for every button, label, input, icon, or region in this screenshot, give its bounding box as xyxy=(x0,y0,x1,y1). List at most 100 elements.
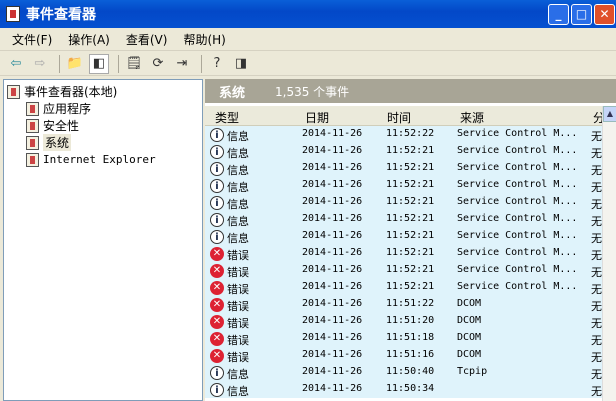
minimize-button[interactable]: _ xyxy=(548,4,569,25)
table-row[interactable]: i 信息 2014-11-26 11:52:21 Service Control M..… xyxy=(205,143,602,160)
toolbar-separator xyxy=(59,54,60,73)
table-row[interactable]: i 信息 2014-11-26 11:52:21 Service Control M..… xyxy=(205,228,602,245)
log-icon xyxy=(26,135,39,150)
table-row[interactable]: ✕ 错误 2014-11-26 11:51:18 DCOM 无 xyxy=(205,330,602,347)
table-row[interactable]: i 信息 2014-11-26 11:50:40 Tcpip 无 xyxy=(205,364,602,381)
event-source: DCOM xyxy=(457,349,482,360)
event-time: 11:52:21 xyxy=(386,281,435,292)
event-source: Tcpip xyxy=(457,366,488,377)
back-arrow-icon[interactable]: ⇦ xyxy=(6,54,26,74)
column-type[interactable]: 类型 xyxy=(215,109,239,126)
vertical-scrollbar[interactable]: ▲ xyxy=(602,106,616,401)
event-time: 11:52:21 xyxy=(386,247,435,258)
table-row[interactable]: i 信息 2014-11-26 11:52:21 Service Control M..… xyxy=(205,160,602,177)
event-source: Service Control M... xyxy=(457,128,578,139)
event-date: 2014-11-26 xyxy=(302,247,363,258)
table-row[interactable]: i 信息 2014-11-26 11:52:22 Service Control M..… xyxy=(205,126,602,143)
event-date: 2014-11-26 xyxy=(302,230,363,241)
help-icon[interactable]: ? xyxy=(207,54,227,74)
event-source: Service Control M... xyxy=(457,230,578,241)
event-source: Service Control M... xyxy=(457,213,578,224)
table-row[interactable]: i 信息 2014-11-26 11:52:21 Service Control M..… xyxy=(205,177,602,194)
table-row[interactable]: ✕ 错误 2014-11-26 11:51:20 DCOM 无 xyxy=(205,313,602,330)
tree-item-label: 应用程序 xyxy=(43,102,92,116)
forward-arrow-icon[interactable]: ⇨ xyxy=(30,54,50,74)
tree-item-label: Internet Explorer xyxy=(43,153,156,166)
event-time: 11:52:21 xyxy=(386,145,435,156)
table-row[interactable]: ✕ 错误 2014-11-26 11:52:21 Service Control M..… xyxy=(205,245,602,262)
tree-root[interactable]: 事件查看器(本地) xyxy=(4,83,202,100)
event-date: 2014-11-26 xyxy=(302,366,363,377)
event-source: Service Control M... xyxy=(457,196,578,207)
log-icon xyxy=(26,101,39,116)
column-time[interactable]: 时间 xyxy=(387,109,411,126)
error-icon: ✕ xyxy=(210,349,224,363)
panel-header: 系统 1,535 个事件 xyxy=(205,79,616,103)
info-icon: i xyxy=(210,230,224,244)
menu-help[interactable]: 帮助(H) xyxy=(183,31,225,48)
event-category: 无 xyxy=(591,232,602,245)
tree-root-label: 事件查看器(本地) xyxy=(24,85,118,99)
menu-action[interactable]: 操作(A) xyxy=(68,31,110,48)
event-time: 11:52:21 xyxy=(386,213,435,224)
menu-view[interactable]: 查看(V) xyxy=(126,31,168,48)
error-icon: ✕ xyxy=(210,298,224,312)
tree-item-security[interactable]: 安全性 xyxy=(4,117,202,134)
maximize-button[interactable]: □ xyxy=(571,4,592,25)
info-icon: i xyxy=(210,196,224,210)
toolbar: ⇦ ⇨ 📁 ◧ 🗒 ⟳ ⇥ ? ◨ xyxy=(0,52,616,76)
event-source: DCOM xyxy=(457,298,482,309)
tree-item-application[interactable]: 应用程序 xyxy=(4,100,202,117)
up-folder-icon[interactable]: 📁 xyxy=(65,54,85,74)
table-row[interactable]: ✕ 错误 2014-11-26 11:51:22 DCOM 无 xyxy=(205,296,602,313)
event-source: Service Control M... xyxy=(457,179,578,190)
event-viewer-icon xyxy=(6,6,20,22)
table-row[interactable]: ✕ 错误 2014-11-26 11:52:21 Service Control M..… xyxy=(205,262,602,279)
table-row[interactable]: ✕ 错误 2014-11-26 11:52:21 Service Control M..… xyxy=(205,279,602,296)
tree-item-internet-explorer[interactable]: Internet Explorer xyxy=(4,151,202,168)
export-list-icon[interactable]: ⇥ xyxy=(172,54,192,74)
column-source[interactable]: 来源 xyxy=(460,109,484,126)
column-date[interactable]: 日期 xyxy=(305,109,329,126)
event-type: 信息 xyxy=(227,368,249,381)
info-icon: i xyxy=(210,128,224,142)
event-category: 无 xyxy=(591,317,602,330)
event-date: 2014-11-26 xyxy=(302,145,363,156)
event-category: 无 xyxy=(591,198,602,211)
event-source: Service Control M... xyxy=(457,281,578,292)
title-bar: 事件查看器 _ □ ✕ xyxy=(0,0,616,28)
event-list-pane: 系统 1,535 个事件 类型 日期 时间 来源 分 i 信息 2014-11-26… xyxy=(205,79,616,401)
log-icon xyxy=(26,152,39,167)
event-time: 11:51:22 xyxy=(386,298,435,309)
event-date: 2014-11-26 xyxy=(302,196,363,207)
properties-icon[interactable]: 🗒 xyxy=(124,54,144,74)
scroll-up-icon[interactable]: ▲ xyxy=(603,106,616,122)
show-action-pane-icon[interactable]: ◨ xyxy=(231,54,251,74)
error-icon: ✕ xyxy=(210,281,224,295)
table-row[interactable]: i 信息 2014-11-26 11:50:34 无 xyxy=(205,381,602,398)
info-icon: i xyxy=(210,145,224,159)
event-time: 11:50:34 xyxy=(386,383,435,394)
show-hide-tree-icon[interactable]: ◧ xyxy=(89,53,109,74)
event-time: 11:52:21 xyxy=(386,162,435,173)
info-icon: i xyxy=(210,213,224,227)
event-date: 2014-11-26 xyxy=(302,349,363,360)
event-type: 信息 xyxy=(227,385,249,398)
table-row[interactable]: i 信息 2014-11-26 11:52:21 Service Control M..… xyxy=(205,194,602,211)
event-category: 无 xyxy=(591,164,602,177)
tree-pane: 事件查看器(本地) 应用程序 安全性 系统 Internet Explorer xyxy=(3,79,203,401)
event-table: i 信息 2014-11-26 11:52:22 Service Control M..… xyxy=(205,126,602,398)
close-button[interactable]: ✕ xyxy=(594,4,615,25)
info-icon: i xyxy=(210,366,224,380)
tree-item-system[interactable]: 系统 xyxy=(4,134,202,151)
event-type: 信息 xyxy=(227,147,249,160)
panel-title: 系统 xyxy=(219,85,246,101)
table-row[interactable]: i 信息 2014-11-26 11:52:21 Service Control M..… xyxy=(205,211,602,228)
event-type: 信息 xyxy=(227,181,249,194)
refresh-icon[interactable]: ⟳ xyxy=(148,54,168,74)
event-time: 11:50:40 xyxy=(386,366,435,377)
event-type: 错误 xyxy=(227,283,249,296)
event-type: 信息 xyxy=(227,232,249,245)
menu-file[interactable]: 文件(F) xyxy=(12,31,52,48)
table-row[interactable]: ✕ 错误 2014-11-26 11:51:16 DCOM 无 xyxy=(205,347,602,364)
